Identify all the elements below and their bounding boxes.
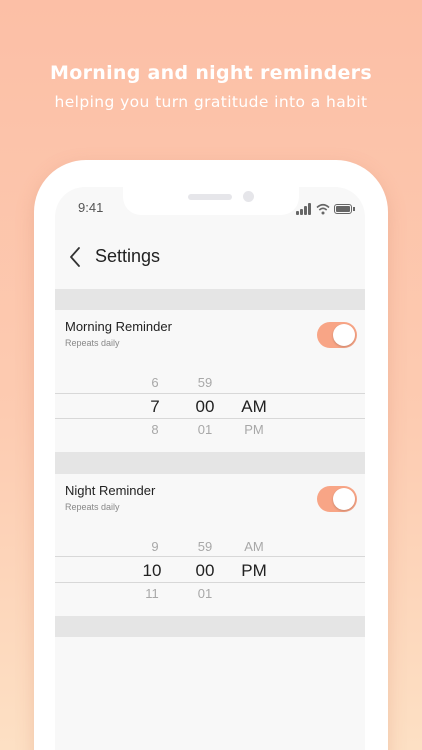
signal-icon xyxy=(296,203,312,215)
wifi-icon xyxy=(316,203,330,215)
morning-period-selected[interactable]: AM xyxy=(234,397,274,417)
picker-line xyxy=(55,582,365,583)
morning-reminder-title: Morning Reminder xyxy=(65,319,172,334)
night-hour-selected[interactable]: 10 xyxy=(137,561,167,581)
morning-reminder-subtitle: Repeats daily xyxy=(65,338,120,348)
night-period-above[interactable]: AM xyxy=(234,539,274,554)
page-title: Settings xyxy=(95,246,161,266)
night-minute-below[interactable]: 01 xyxy=(190,586,220,601)
speaker-grille xyxy=(188,194,232,200)
battery-tip xyxy=(353,207,355,211)
night-period-selected[interactable]: PM xyxy=(234,561,274,581)
chevron-left-icon[interactable] xyxy=(67,245,83,269)
status-icons xyxy=(296,203,356,215)
night-reminder-subtitle: Repeats daily xyxy=(65,502,120,512)
section-divider xyxy=(55,452,365,474)
night-reminder-title: Night Reminder xyxy=(65,483,156,498)
night-hour-above[interactable]: 9 xyxy=(140,539,170,554)
morning-hour-selected[interactable]: 7 xyxy=(140,397,170,417)
morning-minute-above[interactable]: 59 xyxy=(190,375,220,390)
picker-line xyxy=(55,556,365,557)
promo-subline: helping you turn gratitude into a habit xyxy=(54,93,368,111)
night-minute-above[interactable]: 59 xyxy=(190,539,220,554)
morning-minute-below[interactable]: 01 xyxy=(190,422,220,437)
picker-line xyxy=(55,393,365,394)
status-time: 9:41 xyxy=(78,200,104,215)
morning-hour-below[interactable]: 8 xyxy=(140,422,170,437)
nav-bar: Settings xyxy=(55,237,365,277)
section-divider xyxy=(55,289,365,310)
phone-notch xyxy=(123,187,299,215)
night-minute-selected[interactable]: 00 xyxy=(190,561,220,581)
front-camera xyxy=(243,191,254,202)
promo-headline: Morning and night reminders xyxy=(50,62,372,84)
night-reminder-toggle[interactable] xyxy=(317,486,357,512)
morning-reminder-toggle[interactable] xyxy=(317,322,357,348)
morning-hour-above[interactable]: 6 xyxy=(140,375,170,390)
picker-line xyxy=(55,418,365,419)
section-divider xyxy=(55,616,365,637)
morning-period-below[interactable]: PM xyxy=(234,422,274,437)
night-hour-below[interactable]: 11 xyxy=(137,586,167,601)
morning-minute-selected[interactable]: 00 xyxy=(190,397,220,417)
battery-icon xyxy=(334,204,352,214)
